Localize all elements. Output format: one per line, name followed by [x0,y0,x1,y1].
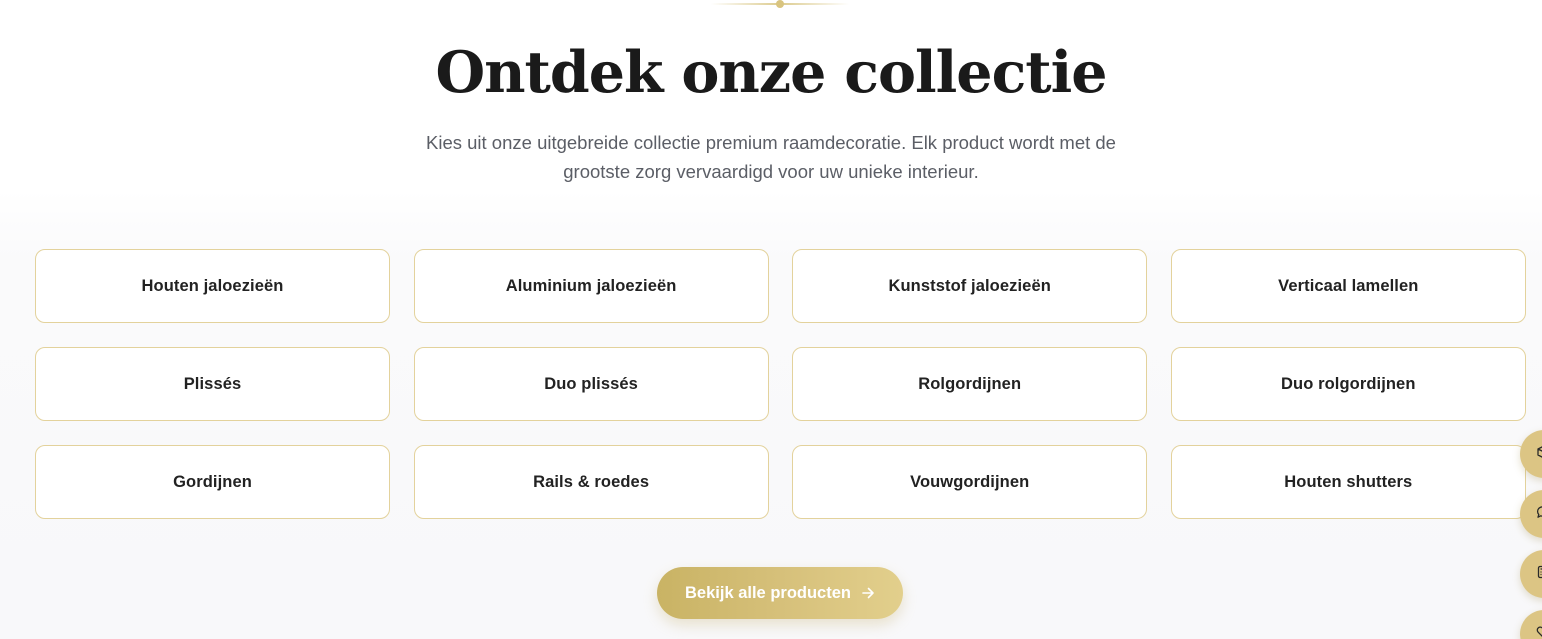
category-card-label: Rolgordijnen [918,374,1022,393]
section-subtitle-line-1: Kies uit onze uitgebreide collectie prem… [426,132,1116,153]
box-icon [1536,445,1542,464]
category-card-label: Vouwgordijnen [910,472,1030,491]
view-all-products-label: Bekijk alle producten [685,583,851,602]
category-card-kunststof-jaloezieen[interactable]: Kunststof jaloezieën [792,249,1148,323]
calculator-icon [1536,565,1542,584]
section-subtitle: Kies uit onze uitgebreide collectie prem… [411,128,1131,186]
section-title: Ontdek onze collectie [435,39,1107,106]
category-card-plisses[interactable]: Plissés [35,347,390,421]
category-card-verticaal-lamellen[interactable]: Verticaal lamellen [1170,249,1526,323]
category-card-gordijnen[interactable]: Gordijnen [35,445,390,519]
heart-icon [1536,625,1542,639]
category-card-label: Houten jaloezieën [141,276,284,295]
category-card-label: Gordijnen [173,472,252,491]
category-card-label: Duo plissés [544,374,638,393]
category-card-label: Kunststof jaloezieën [888,276,1051,295]
section-subtitle-line-2: grootste zorg vervaardigd voor uw unieke… [563,161,979,182]
category-card-label: Verticaal lamellen [1278,276,1419,295]
category-card-rolgordijnen[interactable]: Rolgordijnen [792,347,1148,421]
category-card-label: Houten shutters [1284,472,1413,491]
chat-icon [1536,505,1542,524]
category-card-duo-plisses[interactable]: Duo plissés [413,347,769,421]
view-all-products-button[interactable]: Bekijk alle producten [657,567,903,619]
category-card-houten-shutters[interactable]: Houten shutters [1170,445,1526,519]
side-calculator-button[interactable] [1520,550,1542,598]
category-card-aluminium-jaloezieen[interactable]: Aluminium jaloezieën [413,249,769,323]
category-card-label: Plissés [183,374,242,393]
section-divider-dot [776,0,784,8]
side-heart-button[interactable] [1520,610,1542,639]
category-card-label: Aluminium jaloezieën [505,276,677,295]
category-card-houten-jaloezieen[interactable]: Houten jaloezieën [35,249,390,323]
category-card-label: Duo rolgordijnen [1281,374,1416,393]
category-grid: Houten jaloezieën Aluminium jaloezieën K… [35,249,1526,519]
category-card-rails-roedes[interactable]: Rails & roedes [413,445,769,519]
arrow-right-icon [861,586,875,600]
category-card-duo-rolgordijnen[interactable]: Duo rolgordijnen [1170,347,1526,421]
category-card-label: Rails & roedes [533,472,650,491]
category-card-vouwgordijnen[interactable]: Vouwgordijnen [792,445,1148,519]
